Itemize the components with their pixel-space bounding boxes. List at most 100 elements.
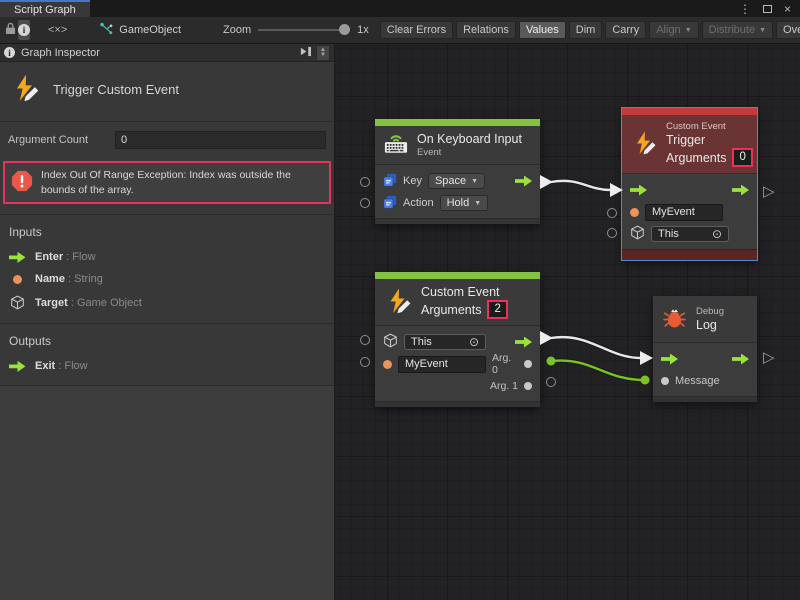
input-port-target: TargetGame Object <box>0 290 334 315</box>
action-row: Action Hold ▼ <box>375 192 540 214</box>
target-object-field[interactable]: This ⊙ <box>404 334 486 350</box>
customevent-name-port[interactable] <box>360 357 370 367</box>
event-name-row: Arg. 0 <box>375 353 540 375</box>
carry-button[interactable]: Carry <box>605 21 646 39</box>
values-button[interactable]: Values <box>519 21 566 39</box>
input-port-enter: EnterFlow <box>0 246 334 268</box>
node-trigger-custom-event[interactable]: Custom Event Trigger Arguments 0 <box>622 108 757 260</box>
menu-icon[interactable]: ⋮ <box>739 3 751 15</box>
graph-toolbar: i <×> GameObject Zoom 1x Clear Errors Re… <box>0 17 800 44</box>
object-picker-icon[interactable]: ⊙ <box>469 336 479 348</box>
trigger-target-port[interactable] <box>607 228 617 238</box>
unit-title-block: Trigger Custom Event <box>0 62 334 121</box>
trigger-flow-out-port[interactable]: ▷ <box>763 184 775 199</box>
flow-out-arrow-icon[interactable] <box>732 185 749 196</box>
node-on-keyboard-input[interactable]: On Keyboard Input Event Key Space ▼ <box>375 119 540 224</box>
dock-icon[interactable] <box>299 46 312 60</box>
chevron-down-icon: ▼ <box>471 178 478 185</box>
object-picker-icon[interactable]: ⊙ <box>712 228 722 240</box>
trigger-name-port[interactable] <box>607 208 617 218</box>
bug-icon <box>662 305 687 333</box>
inspector-empty-area <box>0 385 334 600</box>
string-port-icon[interactable] <box>383 360 392 369</box>
graph-inspector-panel: i Graph Inspector ▲ ▼ Trigger Custom Eve… <box>0 44 335 600</box>
flow-arrow-icon <box>9 252 25 263</box>
chevron-down-icon: ▼ <box>474 200 481 207</box>
node-debug-log[interactable]: Debug Log Message <box>653 296 757 402</box>
node-custom-event[interactable]: Custom Event Arguments 2 This ⊙ <box>375 272 540 407</box>
flow-in-arrow-icon[interactable] <box>630 185 647 196</box>
unit-title: Trigger Custom Event <box>53 82 179 97</box>
chevron-down-icon: ▼ <box>759 27 766 34</box>
debug-flow-out-port[interactable]: ▷ <box>763 350 775 365</box>
argument-count-label: Argument Count <box>8 134 115 146</box>
message-label: Message <box>675 375 720 387</box>
node-category: Debug <box>696 306 724 317</box>
target-object-field[interactable]: This ⊙ <box>651 226 729 242</box>
action-dropdown[interactable]: Hold ▼ <box>440 195 489 211</box>
custom-event-icon <box>384 287 412 318</box>
lock-button[interactable] <box>5 20 16 40</box>
zoom-control: Zoom 1x <box>223 24 369 36</box>
flow-out-arrow-icon[interactable] <box>515 337 532 348</box>
toolbar-buttons: Clear Errors Relations Values Dim Carry … <box>377 21 800 39</box>
overview-button[interactable]: Overv <box>776 21 800 39</box>
dim-button[interactable]: Dim <box>569 21 603 39</box>
tab-script-graph[interactable]: Script Graph <box>0 0 90 17</box>
tab-title: Script Graph <box>14 4 76 16</box>
maximize-icon[interactable] <box>763 5 772 13</box>
relations-button[interactable]: Relations <box>456 21 516 39</box>
info-icon: i <box>4 47 15 58</box>
argument-count-input[interactable] <box>115 131 326 149</box>
customevent-target-port[interactable] <box>360 335 370 345</box>
graph-canvas[interactable]: On Keyboard Input Event Key Space ▼ <box>335 44 800 600</box>
close-icon[interactable]: × <box>784 3 791 15</box>
distribute-button[interactable]: Distribute ▼ <box>702 21 773 39</box>
unity-visual-scripting-window: Script Graph ⋮ × i <×> GameObject Zoom <box>0 0 800 600</box>
arg0-label: Arg. 0 <box>492 352 518 376</box>
event-name-input[interactable] <box>645 204 723 221</box>
event-name-row <box>622 201 757 223</box>
clear-errors-button[interactable]: Clear Errors <box>380 21 453 39</box>
customevent-arg1-port[interactable] <box>546 377 556 387</box>
flow-row <box>622 179 757 201</box>
align-button[interactable]: Align ▼ <box>649 21 698 39</box>
graph-reference[interactable]: GameObject <box>99 22 181 39</box>
arguments-label: Arguments <box>421 303 481 317</box>
key-dropdown[interactable]: Space ▼ <box>428 173 485 189</box>
script-graph-icon <box>99 22 113 39</box>
flow-out-arrow-icon[interactable] <box>515 176 532 187</box>
zoom-slider-handle[interactable] <box>339 24 350 35</box>
message-row: Message <box>653 370 757 392</box>
keyboard-icon <box>384 133 408 157</box>
panel-spinner[interactable]: ▲ ▼ <box>316 45 330 61</box>
inspector-title: Graph Inspector <box>21 47 100 59</box>
zoom-label: Zoom <box>223 24 251 36</box>
chevron-down-icon: ▼ <box>685 27 692 34</box>
arg1-row: Arg. 1 <box>375 375 540 397</box>
spin-down-icon[interactable]: ▼ <box>320 53 326 58</box>
zoom-slider[interactable] <box>258 29 350 31</box>
keyboard-action-port[interactable] <box>360 198 370 208</box>
string-port-icon[interactable] <box>630 208 639 217</box>
key-row: Key Space ▼ <box>375 170 540 192</box>
node-title: Log <box>696 318 724 332</box>
inputs-heading: Inputs <box>0 215 334 246</box>
arg0-port[interactable] <box>524 360 532 368</box>
message-port[interactable] <box>661 377 669 385</box>
arg1-port[interactable] <box>524 382 532 390</box>
arguments-count-annotation: 2 <box>487 300 507 319</box>
info-icon: i <box>18 24 30 36</box>
node-title: On Keyboard Input <box>417 132 522 146</box>
keyboard-key-port[interactable] <box>360 177 370 187</box>
custom-event-icon <box>10 73 40 106</box>
edit-script-button[interactable]: <×> <box>48 20 67 40</box>
flow-out-arrow-icon[interactable] <box>732 354 749 365</box>
gameobject-label: GameObject <box>119 24 181 36</box>
arguments-label: Arguments <box>666 151 726 165</box>
flow-in-arrow-icon[interactable] <box>661 354 678 365</box>
event-name-input[interactable] <box>398 356 486 373</box>
inspector-toggle-button[interactable]: i <box>18 20 30 40</box>
target-row: This ⊙ <box>375 331 540 353</box>
target-row: This ⊙ <box>622 223 757 245</box>
